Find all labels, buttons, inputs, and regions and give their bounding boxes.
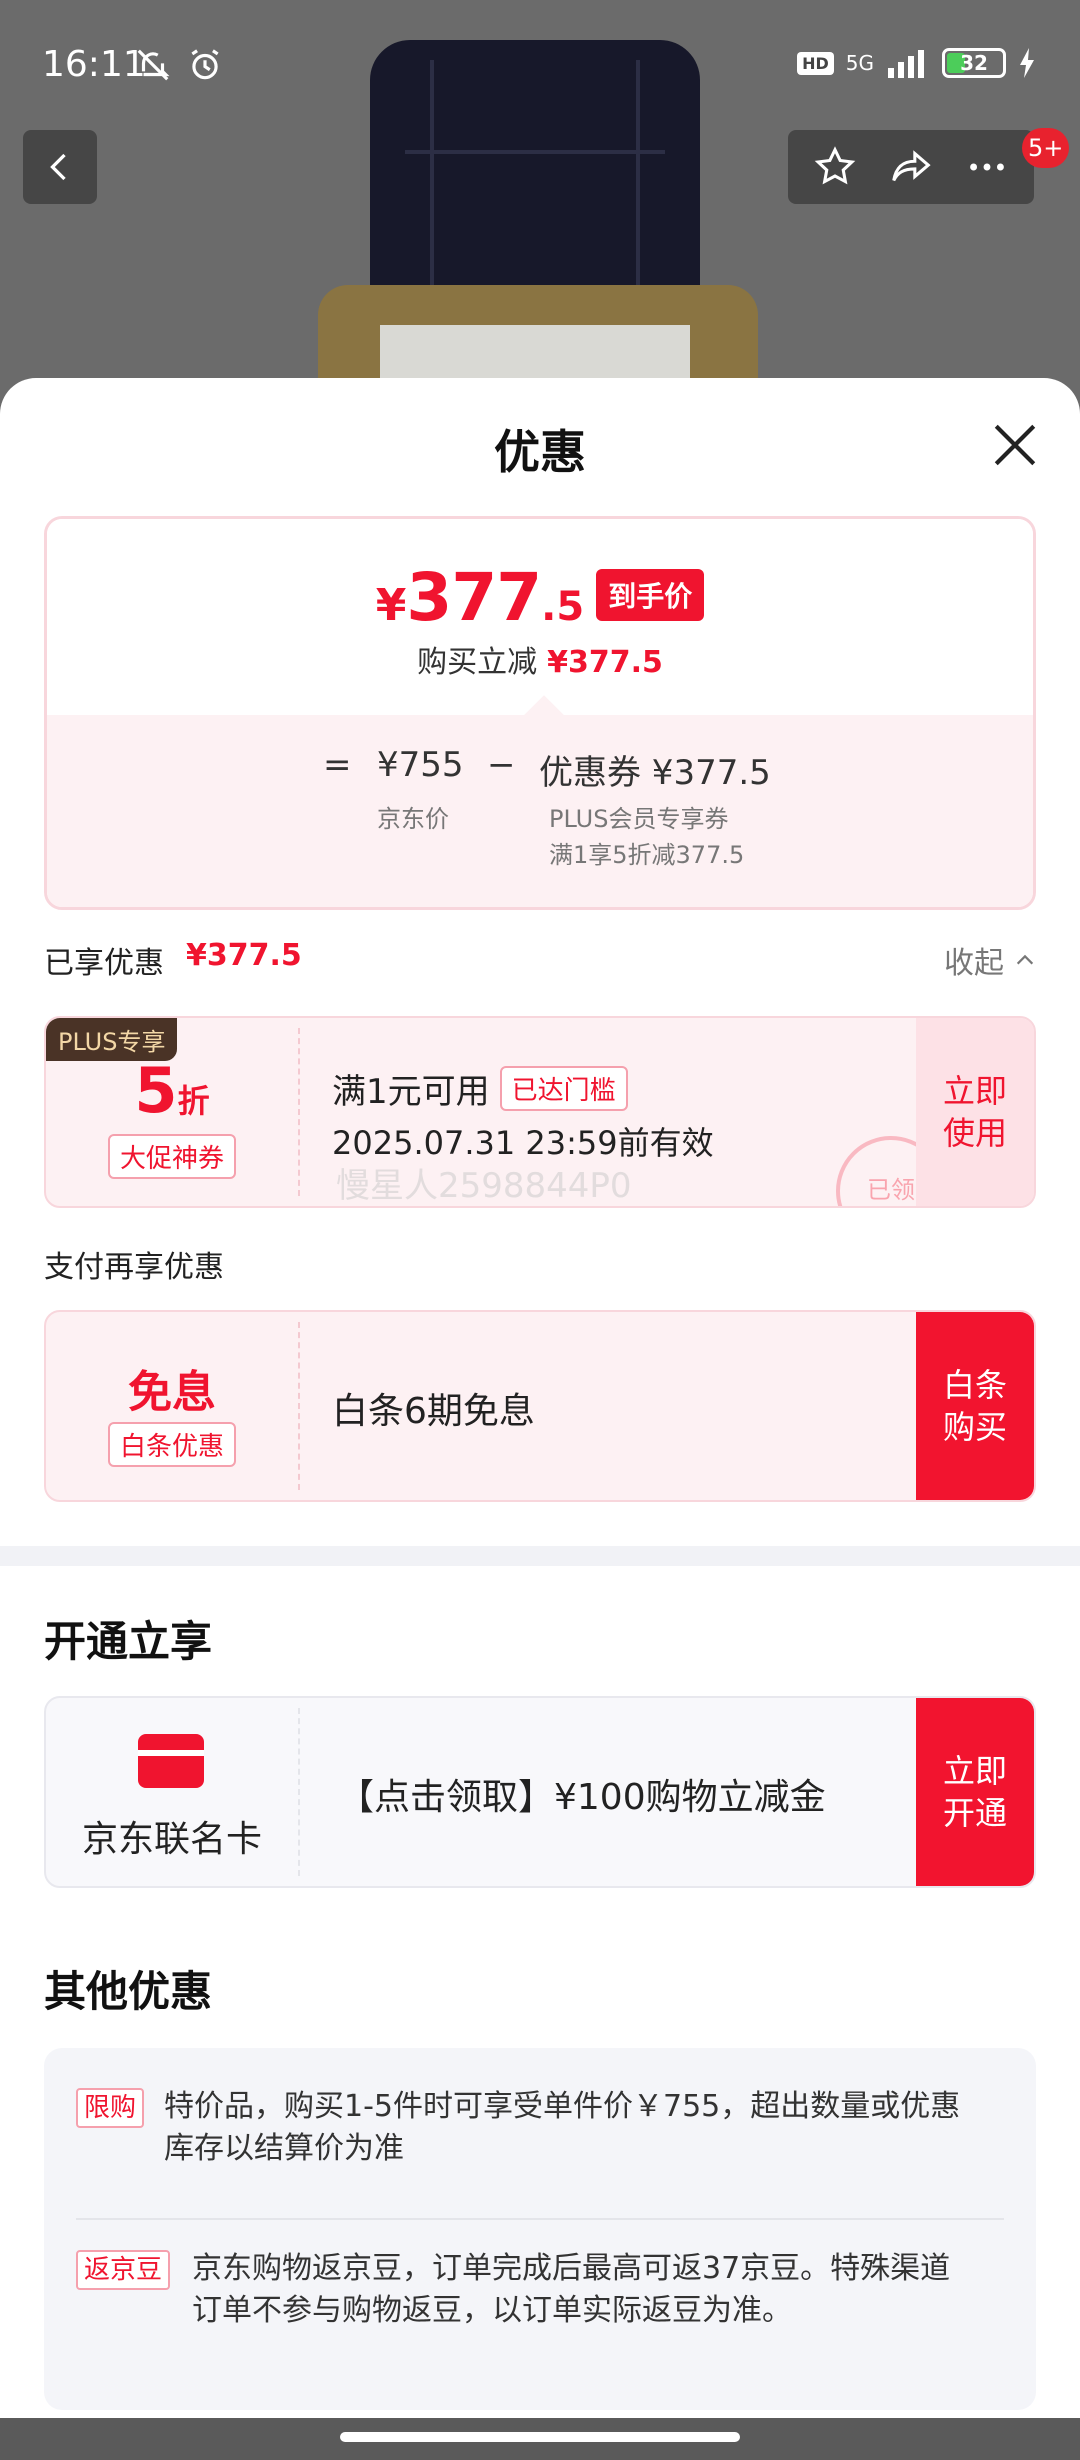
interest-free-title: 免息	[128, 1367, 216, 1418]
coupon-discount: 5折	[134, 1054, 210, 1127]
other-offers: 限购 特价品，购买1-5件时可享受单件价￥755，超出数量或优惠库存以结算价为准…	[44, 2048, 1036, 2410]
message-badge: 5+	[1022, 128, 1070, 168]
list-item: 返京豆 京东购物返京豆，订单完成后最高可返37京豆。特殊渠道订单不参与购物返豆，…	[76, 2248, 976, 2332]
bean-text: 京东购物返京豆，订单完成后最高可返37京豆。特殊渠道订单不参与购物返豆，以订单实…	[192, 2251, 951, 2328]
baitiao-buy-button[interactable]: 白条 购买	[916, 1312, 1034, 1500]
mute-icon	[137, 49, 170, 81]
home-indicator[interactable]	[340, 2432, 740, 2442]
baitiao-text: 白条6期免息	[332, 1391, 535, 1432]
open-section-title: 开通立享	[44, 1617, 213, 1666]
use-coupon-button[interactable]: 立即 使用	[916, 1018, 1034, 1206]
limit-text: 特价品，购买1-5件时可享受单件价￥755，超出数量或优惠库存以结算价为准	[164, 2089, 961, 2166]
share-icon[interactable]	[886, 144, 936, 190]
close-icon[interactable]	[990, 420, 1040, 470]
other-section-title: 其他优惠	[44, 1967, 213, 2016]
network-label: 5G	[845, 51, 874, 75]
signal-icon	[888, 50, 924, 78]
discount-sheet: 优惠 ¥377.5 到手价 购买立减 ¥377.5 = ¥755 − 优惠券 ¥37…	[0, 378, 1080, 2418]
reduce-line: 购买立减 ¥377.5	[417, 645, 663, 680]
price-summary-card: ¥377.5 到手价 购买立减 ¥377.5 = ¥755 − 优惠券 ¥377.5…	[44, 516, 1036, 910]
equals-sign: =	[323, 745, 352, 785]
list-item: 限购 特价品，购买1-5件时可享受单件价￥755，超出数量或优惠库存以结算价为准	[76, 2086, 976, 2170]
pay-section-title: 支付再享优惠	[44, 1250, 224, 1285]
status-time: 16:11	[42, 44, 146, 85]
chevron-up-icon	[1016, 954, 1034, 965]
system-nav-bar	[0, 2418, 1080, 2460]
section-separator	[0, 1546, 1080, 1566]
more-icon[interactable]	[964, 144, 1010, 190]
minus-sign: −	[487, 745, 516, 785]
charging-icon	[1020, 48, 1034, 78]
card-offer-text: 【点击领取】¥100购物立减金	[338, 1777, 826, 1818]
back-button[interactable]	[23, 130, 97, 204]
sheet-title: 优惠	[494, 425, 586, 479]
plus-coupon-card: 5折 大促神券 PLUS专享 满1元可用 已达门槛 2025.07.31 23:5…	[44, 1016, 1036, 1208]
baitiao-card: 免息 白条优惠 白条6期免息 白条 购买	[44, 1310, 1036, 1502]
enjoyed-label: 已享优惠	[44, 946, 164, 981]
coupon-sub-label: PLUS会员专享券	[549, 805, 729, 833]
enjoyed-value: ¥377.5	[186, 938, 302, 973]
credit-card-icon	[138, 1734, 204, 1788]
baitiao-tag: 白条优惠	[108, 1422, 237, 1467]
final-price-tag: 到手价	[596, 569, 705, 621]
price-breakdown: = ¥755 − 优惠券 ¥377.5 京东价 PLUS会员专享券 满1享5折减…	[47, 715, 1033, 907]
status-right-icons: HD 5G 32	[797, 48, 1036, 78]
card-name: 京东联名卡	[81, 1819, 262, 1860]
jd-price-label: 京东价	[377, 805, 449, 833]
coupon-condition: 满1元可用 已达门槛	[332, 1064, 628, 1113]
coupon-sub-desc: 满1享5折减377.5	[549, 841, 745, 869]
plus-tag: PLUS专享	[46, 1018, 178, 1061]
top-actions	[788, 130, 1034, 204]
enjoyed-row: 已享优惠 ¥377.5 收起	[44, 938, 1036, 988]
battery-icon: 32	[942, 48, 1006, 78]
threshold-tag: 已达门槛	[499, 1066, 628, 1111]
status-left-icons	[134, 46, 224, 84]
coupon-amount: 优惠券 ¥377.5	[539, 753, 771, 793]
open-card-button[interactable]: 立即 开通	[916, 1698, 1034, 1886]
collapse-button[interactable]: 收起	[944, 938, 1036, 982]
hd-icon: HD	[797, 51, 834, 75]
coupon-type-tag: 大促神券	[108, 1134, 237, 1179]
cobrand-card: 京东联名卡 【点击领取】¥100购物立减金 立即 开通	[44, 1696, 1036, 1888]
alarm-icon	[191, 49, 219, 80]
chevron-left-icon	[50, 153, 66, 181]
jd-price: ¥755	[377, 745, 464, 785]
final-price: ¥377.5 到手价	[47, 559, 1033, 636]
limit-tag: 限购	[76, 2088, 145, 2128]
status-bar: 16:11 HD 5G 32	[0, 0, 1080, 140]
star-icon[interactable]	[812, 144, 858, 190]
bean-tag: 返京豆	[76, 2250, 171, 2290]
watermark-text: 慢星人2598844P0	[336, 1166, 632, 1206]
